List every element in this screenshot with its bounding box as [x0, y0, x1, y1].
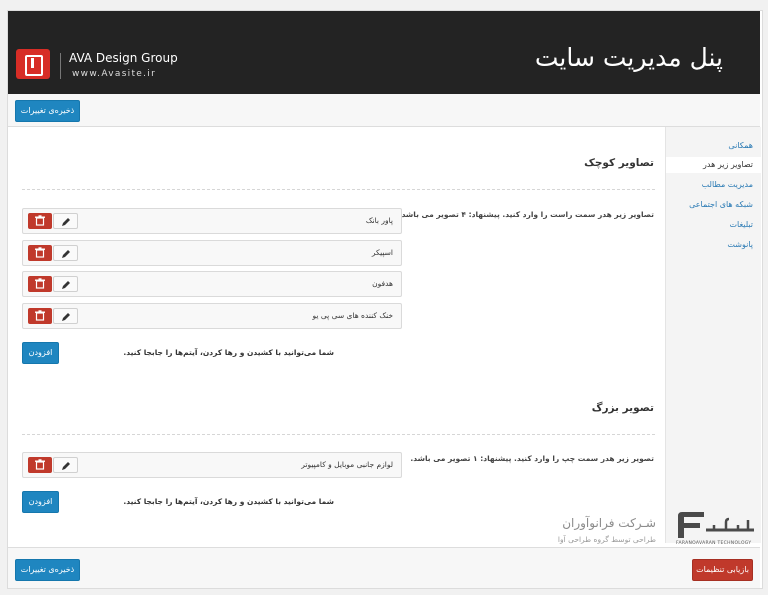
section-divider	[22, 434, 655, 435]
pencil-icon	[62, 281, 70, 289]
pencil-icon	[62, 462, 70, 470]
pencil-icon	[62, 250, 70, 258]
small-images-title: تصاویر کوچک	[584, 157, 654, 169]
large-image-title: تصویر بزرگ	[591, 402, 654, 414]
edit-button[interactable]	[53, 308, 78, 324]
item-label: لوازم جانبی موبایل و کامپیوتر	[301, 460, 393, 469]
list-item[interactable]: لوازم جانبی موبایل و کامپیوتر	[22, 452, 402, 478]
sidebar-item-social[interactable]: شبکه های اجتماعی	[689, 200, 753, 209]
top-toolbar: ذخیره‌ی تغییرات	[8, 94, 760, 127]
sidebar-item-content[interactable]: مدیریت مطالب	[702, 180, 753, 189]
sidebar-item-header-images[interactable]: تصاویر زیر هدر	[666, 157, 761, 173]
delete-button[interactable]	[28, 308, 52, 324]
sidebar-item-footer[interactable]: پانوشت	[727, 240, 753, 249]
delete-button[interactable]	[28, 276, 52, 292]
faranoavaran-logo-icon	[678, 512, 754, 538]
add-button-small[interactable]: افزودن	[22, 342, 59, 364]
company-credit: طراحی توسط گروه طراحی آوا	[557, 535, 656, 544]
section-divider	[22, 189, 655, 190]
header: AVA Design Group www.Avasite.ir پنل مدیر…	[8, 11, 760, 94]
pencil-icon	[62, 218, 70, 226]
edit-button[interactable]	[53, 457, 78, 473]
trash-icon	[35, 459, 45, 470]
large-image-description: تصویر زیر هدر سمت چپ را وارد کنید. پیشنه…	[410, 454, 654, 463]
trash-icon	[35, 310, 45, 321]
page-title: پنل مدیریت سایت	[534, 43, 723, 72]
list-item[interactable]: پاور بانک	[22, 208, 402, 234]
ava-logo-icon	[16, 49, 50, 79]
list-item[interactable]: هدفون	[22, 271, 402, 297]
company-watermark: شـرکت فرانوآوران	[562, 516, 656, 530]
delete-button[interactable]	[28, 213, 52, 229]
drag-hint: شما می‌توانید با کشیدن و رها کردن، آیتم‌…	[123, 348, 334, 357]
edit-button[interactable]	[53, 245, 78, 261]
item-label: اسپیکر	[371, 248, 393, 257]
reset-settings-button[interactable]: بازیابی تنظیمات	[692, 559, 753, 581]
logo-divider	[60, 53, 61, 79]
small-images-description: تصاویر زیر هدر سمت راست را وارد کنید. پی…	[398, 210, 654, 219]
edit-button[interactable]	[53, 276, 78, 292]
list-item[interactable]: اسپیکر	[22, 240, 402, 266]
save-button-bottom[interactable]: ذخیره‌ی تغییرات	[15, 559, 80, 581]
trash-icon	[35, 278, 45, 289]
item-label: هدفون	[372, 279, 393, 288]
brand-url: www.Avasite.ir	[72, 69, 157, 79]
delete-button[interactable]	[28, 457, 52, 473]
edit-button[interactable]	[53, 213, 78, 229]
sidebar-item-ads[interactable]: تبلیغات	[729, 220, 753, 229]
add-button-large[interactable]: افزودن	[22, 491, 59, 513]
save-button-top[interactable]: ذخیره‌ی تغییرات	[15, 100, 80, 122]
faranoavaran-logo-text: FARANOAVARAN TECHNOLOGY	[676, 541, 752, 546]
item-label: خنک کننده های سی پی یو	[312, 311, 393, 320]
delete-button[interactable]	[28, 245, 52, 261]
trash-icon	[35, 215, 45, 226]
pencil-icon	[62, 313, 70, 321]
list-item[interactable]: خنک کننده های سی پی یو	[22, 303, 402, 329]
footer-bar: ذخیره‌ی تغییرات بازیابی تنظیمات	[8, 547, 760, 588]
item-label: پاور بانک	[365, 216, 393, 225]
drag-hint: شما می‌توانید با کشیدن و رها کردن، آیتم‌…	[123, 497, 334, 506]
sidebar-item-general[interactable]: همکانی	[728, 141, 753, 150]
sidebar: همکانی تصاویر زیر هدر مدیریت مطالب شبکه …	[665, 127, 761, 543]
trash-icon	[35, 247, 45, 258]
brand-name: AVA Design Group	[69, 51, 178, 65]
